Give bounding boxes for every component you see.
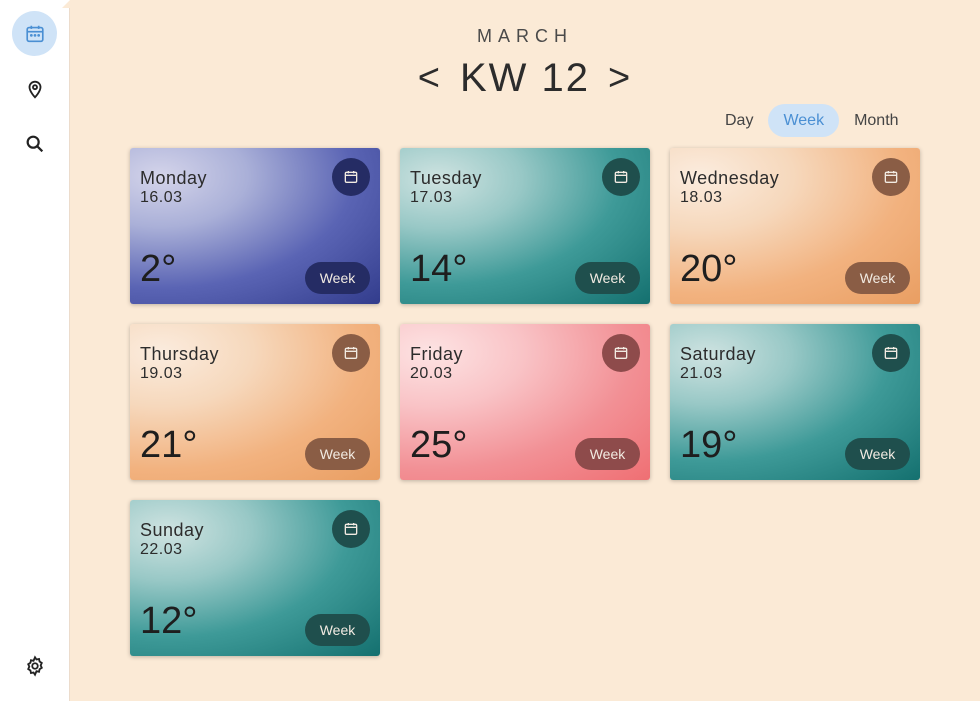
day-name: Saturday: [680, 344, 757, 364]
week-button[interactable]: Week: [575, 438, 640, 470]
week-navigator: < KW 12 >: [70, 56, 980, 101]
week-label: KW 12: [459, 56, 591, 100]
day-temperature: 2°: [140, 248, 177, 290]
day-date: 22.03: [140, 541, 183, 558]
day-temperature: 21°: [140, 424, 198, 466]
day-calendar-button[interactable]: [602, 158, 640, 196]
day-name: Tuesday: [410, 168, 482, 188]
day-temperature: 12°: [140, 600, 198, 642]
view-week-button[interactable]: Week: [768, 104, 840, 137]
calendar-icon: [614, 347, 628, 359]
view-day-button[interactable]: Day: [710, 104, 768, 137]
location-pin-icon: [28, 80, 41, 99]
sidebar-fold: [62, 0, 70, 8]
day-name: Thursday: [140, 344, 220, 364]
calendar-icon: [344, 523, 358, 535]
day-temperature: 25°: [410, 424, 468, 466]
calendar-icon: [25, 25, 44, 42]
day-calendar-button[interactable]: [332, 334, 370, 372]
day-calendar-button[interactable]: [602, 334, 640, 372]
day-calendar-button[interactable]: [872, 334, 910, 372]
week-button[interactable]: Week: [845, 438, 910, 470]
day-name: Sunday: [140, 520, 205, 540]
day-temperature: 20°: [680, 248, 738, 290]
day-date: 17.03: [410, 189, 453, 206]
sidebar: [0, 0, 70, 701]
day-date: 21.03: [680, 365, 723, 382]
day-date: 19.03: [140, 365, 183, 382]
day-calendar-button[interactable]: [332, 510, 370, 548]
day-card-friday[interactable]: Friday 20.03 25° Week: [400, 324, 650, 480]
week-button[interactable]: Week: [575, 262, 640, 294]
next-week-button[interactable]: >: [608, 57, 632, 100]
view-toggle: Day Week Month: [710, 104, 914, 137]
gear-icon: [26, 654, 43, 677]
day-calendar-button[interactable]: [872, 158, 910, 196]
day-card-sunday[interactable]: Sunday 22.03 12° Week: [130, 500, 380, 656]
calendar-icon: [344, 171, 358, 183]
search-icon: [26, 135, 43, 152]
day-name: Monday: [140, 168, 208, 188]
week-button[interactable]: Week: [305, 438, 370, 470]
day-card-saturday[interactable]: Saturday 21.03 19° Week: [670, 324, 920, 480]
nav-search-button[interactable]: [12, 121, 57, 166]
prev-week-button[interactable]: <: [418, 57, 442, 100]
month-label: MARCH: [477, 26, 573, 46]
nav-calendar-button[interactable]: [12, 11, 57, 56]
day-date: 20.03: [410, 365, 453, 382]
day-name: Friday: [410, 344, 464, 364]
week-button[interactable]: Week: [845, 262, 910, 294]
calendar-icon: [884, 171, 898, 183]
nav-settings-button[interactable]: [12, 643, 57, 688]
nav-location-button[interactable]: [12, 66, 57, 111]
day-date: 18.03: [680, 189, 723, 206]
day-card-thursday[interactable]: Thursday 19.03 21° Week: [130, 324, 380, 480]
day-calendar-button[interactable]: [332, 158, 370, 196]
view-month-button[interactable]: Month: [839, 104, 913, 137]
day-card-monday[interactable]: Monday 16.03 2° Week: [130, 148, 380, 304]
calendar-icon: [344, 347, 358, 359]
day-temperature: 14°: [410, 248, 468, 290]
week-button[interactable]: Week: [305, 262, 370, 294]
day-temperature: 19°: [680, 424, 738, 466]
calendar-icon: [884, 347, 898, 359]
week-button[interactable]: Week: [305, 614, 370, 646]
calendar-icon: [614, 171, 628, 183]
day-card-tuesday[interactable]: Tuesday 17.03 14° Week: [400, 148, 650, 304]
day-card-wednesday[interactable]: Wednesday 18.03 20° Week: [670, 148, 920, 304]
day-date: 16.03: [140, 189, 183, 206]
day-name: Wednesday: [680, 168, 780, 188]
